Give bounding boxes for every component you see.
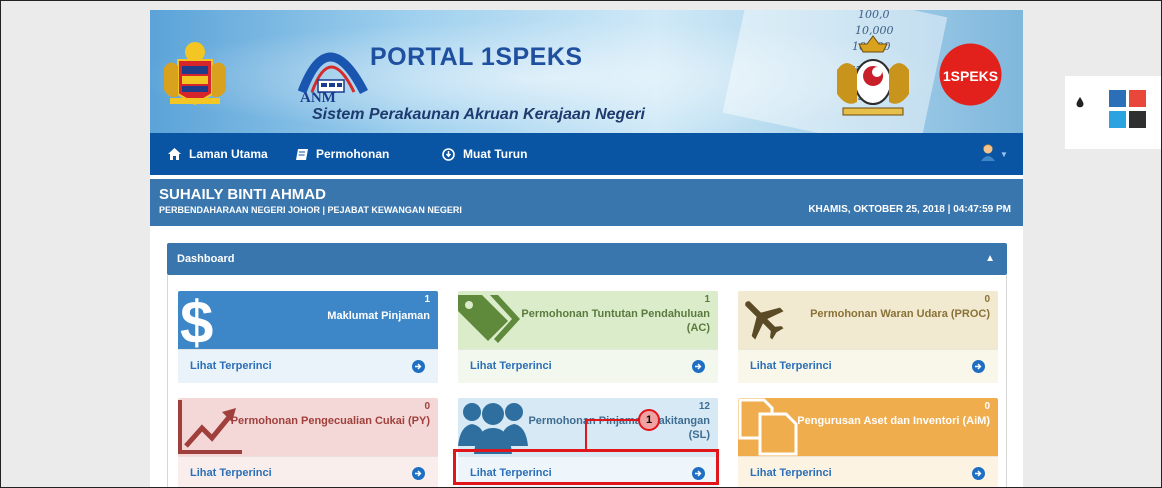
- nav-item-muat-turun[interactable]: Muat Turun: [442, 133, 527, 175]
- nav-item-label: Laman Utama: [189, 147, 268, 161]
- user-menu-button[interactable]: ▼: [980, 143, 1008, 166]
- card-pengecualian-cukai: 0 Permohonan Pengecualian Cukai (PY) Lih…: [178, 398, 438, 488]
- user-avatar-icon: [980, 143, 996, 166]
- card-count: 0: [984, 294, 990, 305]
- portal-banner: 100,0 10,000 10,000 75,000 325,0 ANM POR…: [150, 10, 1023, 133]
- dashboard-title: Dashboard: [177, 253, 235, 265]
- user-info-bar: SUHAILY BINTI AHMAD PERBENDAHARAAN NEGER…: [150, 179, 1023, 226]
- droplet-icon: [1076, 95, 1084, 113]
- card-count: 1: [704, 294, 710, 305]
- card-title: Maklumat Pinjaman: [327, 310, 430, 322]
- arrow-right-circle-icon[interactable]: [972, 467, 985, 480]
- card-footer-link[interactable]: Lihat Terperinci: [178, 456, 438, 488]
- arrow-right-circle-icon[interactable]: [412, 360, 425, 373]
- theme-swatch-blue[interactable]: [1109, 90, 1126, 107]
- nav-item-label: Muat Turun: [463, 147, 528, 161]
- nav-item-laman-utama[interactable]: Laman Utama: [168, 133, 268, 175]
- card-count: 0: [424, 401, 430, 412]
- theme-swatch-dark[interactable]: [1129, 111, 1146, 128]
- theme-swatch-red[interactable]: [1129, 90, 1146, 107]
- chevron-up-icon[interactable]: ▲: [985, 253, 995, 264]
- card-title: Permohonan Waran Udara (PROC): [810, 308, 990, 320]
- theme-swatch-lightblue[interactable]: [1109, 111, 1126, 128]
- callout-line: [585, 420, 587, 450]
- card-count: 0: [984, 401, 990, 412]
- user-organisation: PERBENDAHARAAN NEGERI JOHOR | PEJABAT KE…: [159, 205, 462, 215]
- card-footer-link[interactable]: Lihat Terperinci: [178, 349, 438, 383]
- theme-switcher: [1065, 76, 1162, 149]
- dollar-icon: $: [180, 291, 213, 349]
- card-footer-link[interactable]: Lihat Terperinci: [738, 456, 998, 488]
- card-title: Pengurusan Aset dan Inventori (AiM): [797, 415, 990, 427]
- chevron-down-icon: ▼: [1000, 150, 1008, 159]
- nav-item-permohonan[interactable]: Permohonan: [296, 133, 389, 175]
- card-count: 1: [424, 294, 430, 305]
- arrow-right-circle-icon[interactable]: [972, 360, 985, 373]
- arrow-right-circle-icon[interactable]: [412, 467, 425, 480]
- dashboard-panel-header[interactable]: Dashboard ▲: [167, 243, 1007, 275]
- user-name: SUHAILY BINTI AHMAD: [159, 186, 326, 203]
- download-circle-icon: [442, 147, 455, 161]
- card-title: Permohonan Pengecualian Cukai (PY): [230, 415, 430, 427]
- lihat-terperinci-link[interactable]: Lihat Terperinci: [750, 360, 832, 372]
- current-datetime: KHAMIS, OKTOBER 25, 2018 | 04:47:59 PM: [808, 204, 1011, 215]
- callout-line: [585, 419, 640, 421]
- highlight-box: [453, 449, 719, 485]
- portal-page: 100,0 10,000 10,000 75,000 325,0 ANM POR…: [150, 10, 1023, 488]
- card-footer-link[interactable]: Lihat Terperinci: [738, 349, 998, 383]
- card-maklumat-pinjaman: $ 1 Maklumat Pinjaman Lihat Terperinci: [178, 291, 438, 388]
- step-badge: 1: [638, 409, 660, 431]
- ledger-number: 100,0: [858, 10, 890, 21]
- card-count: 12: [698, 401, 710, 412]
- malaysia-crest-icon: [164, 42, 226, 106]
- lihat-terperinci-link[interactable]: Lihat Terperinci: [190, 467, 272, 479]
- airplane-icon: [745, 301, 784, 340]
- portal-title: PORTAL 1SPEKS: [370, 43, 583, 71]
- card-title: Permohonan Tuntutan Pendahuluan (AC): [521, 308, 710, 334]
- book-icon: [296, 148, 308, 160]
- nav-item-label: Permohonan: [316, 147, 390, 161]
- card-aset-inventori: 0 Pengurusan Aset dan Inventori (AiM) Li…: [738, 398, 998, 488]
- card-tuntutan-pendahuluan: 1 Permohonan Tuntutan Pendahuluan (AC) L…: [458, 291, 718, 388]
- 1speks-logo: 1SPEKS: [939, 43, 1002, 106]
- lihat-terperinci-link[interactable]: Lihat Terperinci: [750, 467, 832, 479]
- svg-text:$: $: [180, 291, 213, 349]
- home-icon: [168, 148, 181, 160]
- main-nav: Laman Utama Permohonan Muat Turun ▼: [150, 133, 1023, 175]
- 1speks-logo-text: 1SPEKS: [943, 68, 998, 84]
- arrow-right-circle-icon[interactable]: [692, 360, 705, 373]
- johor-crest-icon: [837, 35, 909, 116]
- lihat-terperinci-link[interactable]: Lihat Terperinci: [470, 360, 552, 372]
- card-footer-link[interactable]: Lihat Terperinci: [458, 349, 718, 383]
- card-waran-udara: 0 Permohonan Waran Udara (PROC) Lihat Te…: [738, 291, 998, 388]
- anm-logo-text: ANM: [300, 90, 336, 106]
- lihat-terperinci-link[interactable]: Lihat Terperinci: [190, 360, 272, 372]
- portal-subtitle: Sistem Perakaunan Akruan Kerajaan Negeri: [312, 106, 645, 123]
